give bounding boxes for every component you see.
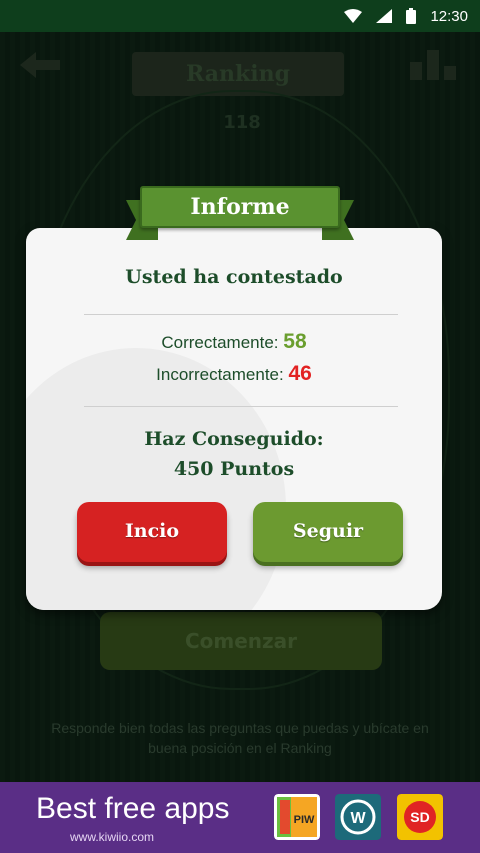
correct-count: 58 (283, 330, 307, 353)
points-total: 450 Puntos (173, 458, 295, 480)
correct-row: Correctamente: 58 (26, 330, 442, 354)
incorrect-label: Incorrectamente: (156, 365, 284, 384)
ad-url: www.kiwiio.com (70, 830, 155, 844)
signal-icon (376, 9, 393, 23)
piw-app-label: PIW (294, 814, 315, 826)
dialog-title-ribbon: Informe (140, 186, 340, 228)
ad-banner[interactable]: Best free apps www.kiwiio.com PIW W SD (0, 782, 480, 853)
dialog-heading: Usted ha contestado (125, 266, 343, 288)
battery-icon (406, 8, 417, 24)
incorrect-count: 46 (288, 362, 312, 385)
piw-app-icon[interactable]: PIW (274, 794, 320, 840)
w-app-label: W (350, 810, 366, 827)
continue-button[interactable]: Seguir (253, 502, 403, 562)
ad-title: Best free apps (36, 792, 230, 825)
dialog-title: Informe (190, 194, 290, 220)
achieved-label: Haz Conseguido: (144, 428, 324, 450)
divider (84, 314, 398, 315)
correct-label: Correctamente: (161, 333, 279, 352)
status-time: 12:30 (430, 7, 468, 25)
sd-app-icon[interactable]: SD (397, 794, 443, 840)
status-bar: 12:30 (0, 0, 480, 32)
wifi-icon (344, 9, 363, 23)
divider (84, 406, 398, 407)
sd-app-label: SD (410, 809, 429, 825)
home-button[interactable]: Incio (77, 502, 227, 562)
incorrect-row: Incorrectamente: 46 (26, 362, 442, 386)
w-app-icon[interactable]: W (335, 794, 381, 840)
